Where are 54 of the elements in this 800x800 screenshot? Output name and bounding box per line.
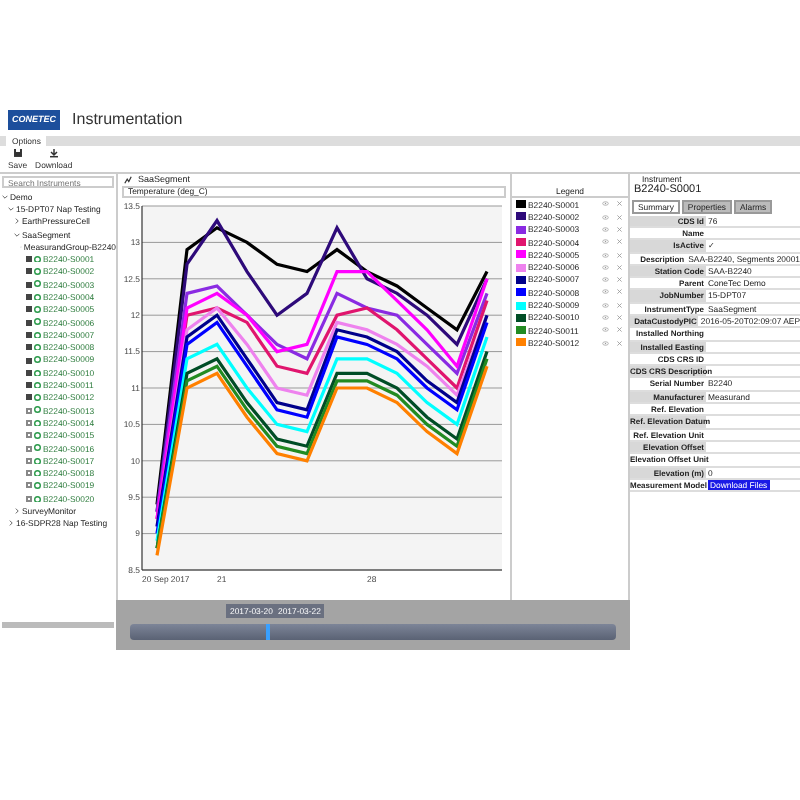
- eye-icon: [602, 288, 609, 296]
- close-icon[interactable]: [615, 339, 622, 347]
- close-icon[interactable]: [615, 326, 622, 334]
- checkbox[interactable]: [26, 394, 32, 401]
- checkbox[interactable]: [26, 419, 32, 426]
- checkbox[interactable]: [26, 294, 32, 301]
- close-icon[interactable]: [615, 288, 622, 296]
- collapsed-chevron-icon[interactable]: [14, 218, 20, 225]
- eye-icon: [602, 339, 609, 347]
- close-icon[interactable]: [615, 213, 622, 221]
- eye-icon: [602, 213, 609, 221]
- checkbox[interactable]: [26, 445, 32, 452]
- checkbox[interactable]: [26, 331, 32, 338]
- close-icon[interactable]: [615, 238, 622, 246]
- save-icon: [11, 148, 24, 158]
- eye-icon: [602, 276, 609, 284]
- chart-icon: [124, 176, 132, 184]
- checkbox[interactable]: [26, 407, 32, 414]
- checkbox[interactable]: [26, 268, 32, 275]
- checkbox[interactable]: [26, 357, 32, 363]
- eye-icon: [602, 314, 609, 322]
- checkbox[interactable]: [26, 495, 32, 502]
- close-icon[interactable]: [615, 314, 622, 322]
- app-title: Instrumentation: [72, 110, 183, 130]
- checkbox[interactable]: [26, 369, 32, 376]
- close-icon[interactable]: [615, 301, 622, 309]
- eye-icon: [602, 251, 609, 259]
- checkbox[interactable]: [26, 306, 32, 313]
- slider-thumb[interactable]: [266, 624, 271, 640]
- close-icon[interactable]: [615, 276, 622, 284]
- timeline-slider[interactable]: [130, 624, 616, 640]
- checkbox[interactable]: [26, 482, 32, 489]
- checkbox[interactable]: [26, 256, 32, 263]
- collapsed-chevron-icon[interactable]: [8, 520, 14, 527]
- checkbox[interactable]: [26, 344, 32, 351]
- eye-icon: [602, 238, 609, 246]
- checkbox[interactable]: [26, 319, 32, 326]
- close-icon[interactable]: [615, 263, 622, 271]
- collapsed-chevron-icon[interactable]: [14, 508, 20, 515]
- close-icon[interactable]: [615, 225, 622, 233]
- scroll-bar[interactable]: [2, 622, 114, 628]
- eye-icon: [602, 200, 609, 208]
- checkbox[interactable]: [26, 382, 32, 389]
- eye-icon: [602, 225, 609, 233]
- checkbox[interactable]: [26, 432, 32, 439]
- eye-icon: [602, 263, 609, 271]
- checkbox[interactable]: [26, 470, 32, 477]
- checkbox[interactable]: [26, 281, 32, 288]
- close-icon[interactable]: [615, 251, 622, 259]
- eye-icon: [602, 326, 609, 334]
- download-icon: [47, 148, 60, 158]
- close-icon[interactable]: [615, 200, 622, 208]
- eye-icon: [602, 301, 609, 309]
- checkbox[interactable]: [26, 457, 32, 464]
